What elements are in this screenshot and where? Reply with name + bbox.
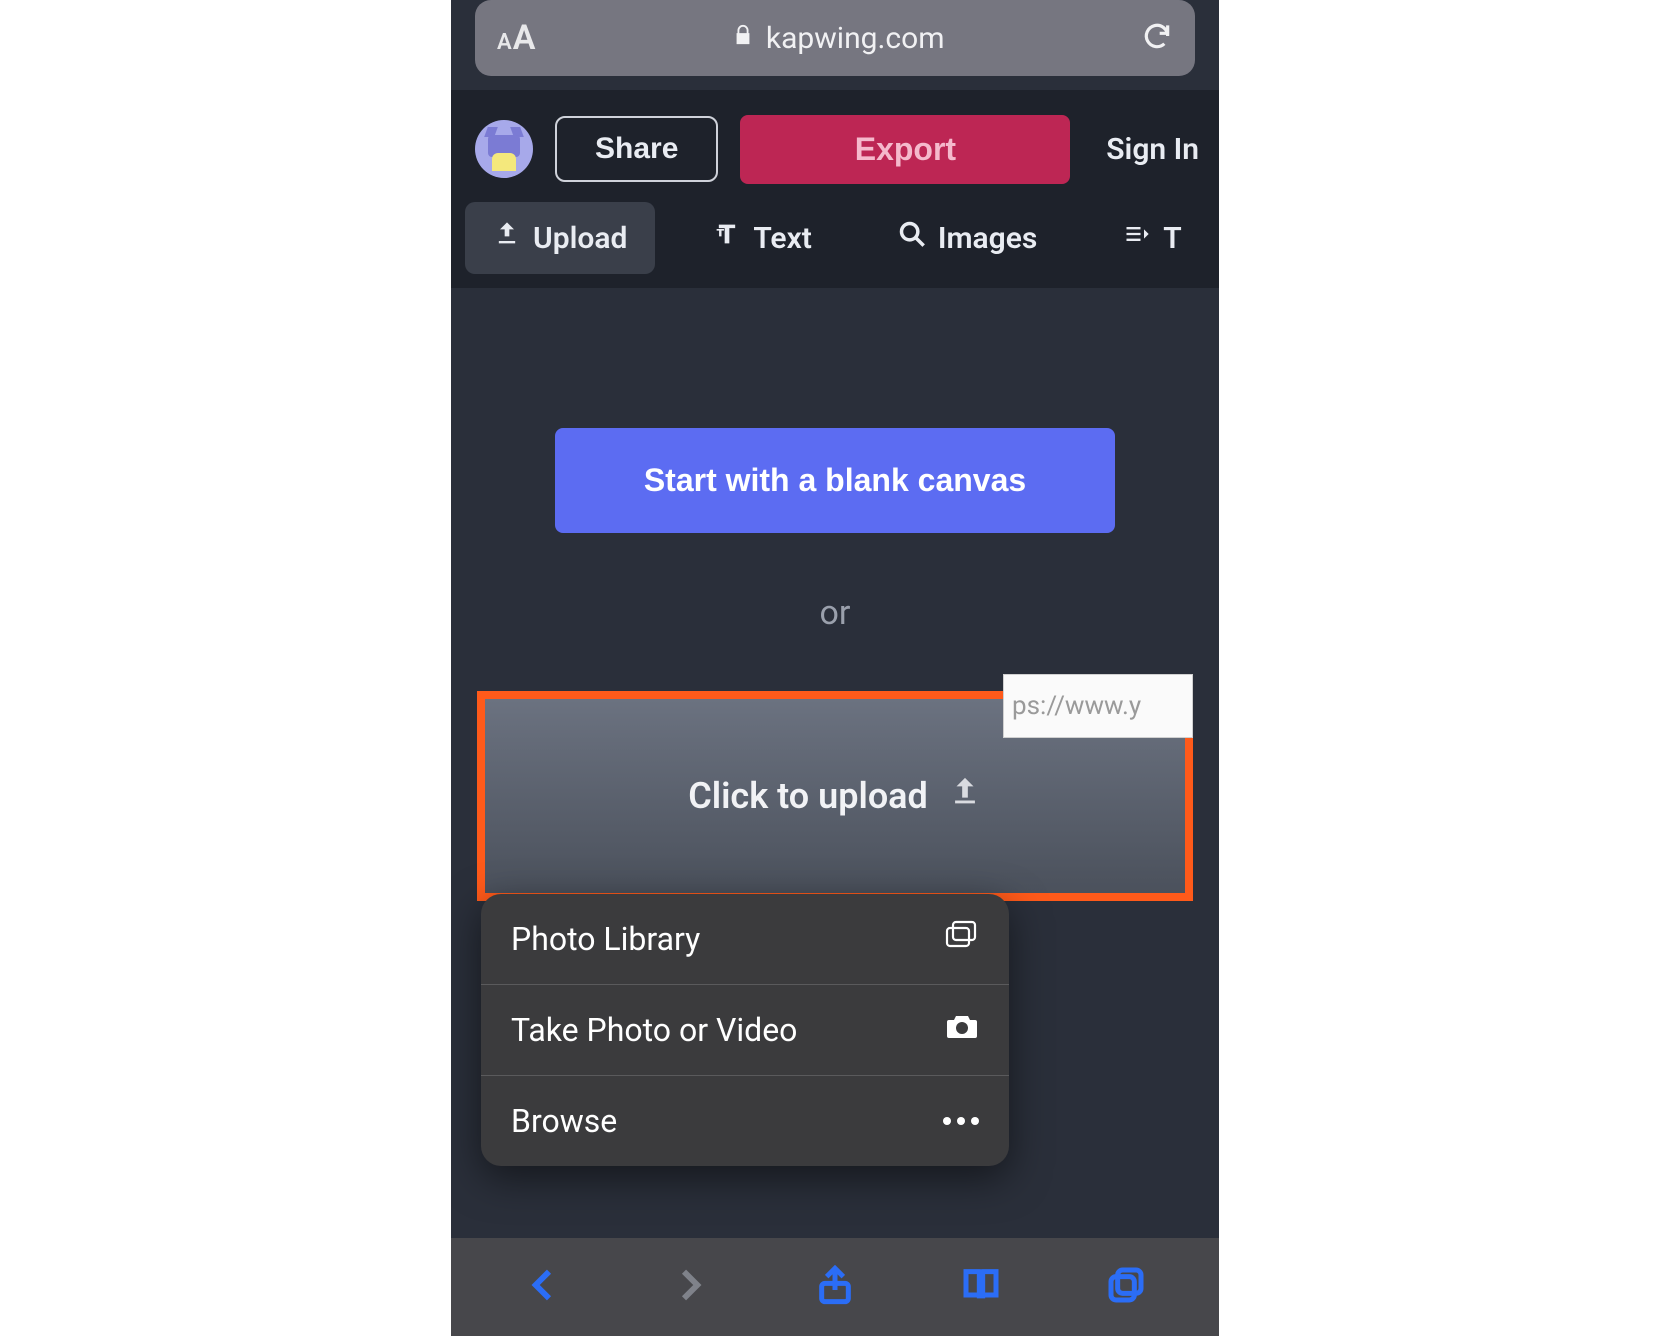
browser-forward-button: [669, 1265, 709, 1309]
sheet-item-label: Browse: [511, 1102, 617, 1140]
sheet-item-take-photo[interactable]: Take Photo or Video: [481, 985, 1009, 1076]
share-button[interactable]: Share: [555, 116, 718, 182]
text-icon: [713, 220, 741, 256]
browser-tabs-button[interactable]: [1106, 1265, 1146, 1309]
tab-text[interactable]: Text: [685, 202, 839, 274]
camera-icon: [945, 1011, 979, 1049]
browser-bookmarks-button[interactable]: [961, 1265, 1001, 1309]
main-content: Start with a blank canvas or Click to up…: [451, 288, 1219, 901]
url-placeholder-text: ps://www.y: [1012, 691, 1141, 721]
upload-arrow-icon: [948, 775, 982, 818]
tab-more-truncated[interactable]: T: [1095, 202, 1181, 274]
browser-address-bar[interactable]: AA kapwing.com: [475, 0, 1195, 76]
tab-images-label: Images: [938, 221, 1037, 256]
browser-back-button[interactable]: [524, 1265, 564, 1309]
phone-frame: AA kapwing.com Share Export Sign In Uplo…: [451, 0, 1219, 1336]
sheet-item-label: Photo Library: [511, 920, 700, 958]
file-picker-sheet: Photo Library Take Photo or Video Browse: [481, 894, 1009, 1166]
address-bar-domain[interactable]: kapwing.com: [535, 21, 1141, 56]
paste-url-input[interactable]: ps://www.y: [1003, 674, 1193, 738]
tab-images[interactable]: Images: [870, 202, 1065, 274]
reload-icon[interactable]: [1141, 20, 1173, 56]
lock-icon: [732, 21, 754, 56]
export-button[interactable]: Export: [740, 115, 1070, 184]
tab-truncated-label: T: [1163, 221, 1181, 256]
sheet-item-photo-library[interactable]: Photo Library: [481, 894, 1009, 985]
domain-text: kapwing.com: [766, 21, 945, 56]
sheet-item-label: Take Photo or Video: [511, 1011, 797, 1049]
click-to-upload-label: Click to upload: [688, 775, 928, 817]
sign-in-link[interactable]: Sign In: [1106, 132, 1199, 167]
list-icon: [1123, 220, 1151, 256]
browser-bottom-bar: [451, 1238, 1219, 1336]
start-blank-canvas-button[interactable]: Start with a blank canvas: [555, 428, 1115, 533]
avatar[interactable]: [475, 120, 533, 178]
app-header: Share Export Sign In: [451, 90, 1219, 190]
sheet-item-browse[interactable]: Browse: [481, 1076, 1009, 1166]
tab-upload[interactable]: Upload: [465, 202, 655, 274]
tab-text-label: Text: [753, 221, 811, 256]
photo-library-icon: [945, 920, 979, 958]
tab-upload-label: Upload: [533, 221, 627, 256]
search-icon: [898, 220, 926, 256]
browser-share-button[interactable]: [815, 1265, 855, 1309]
or-separator: or: [451, 593, 1219, 633]
toolbar: Upload Text Images T: [451, 190, 1219, 288]
more-icon: [943, 1117, 979, 1125]
text-size-control[interactable]: AA: [497, 18, 535, 58]
upload-icon: [493, 220, 521, 256]
